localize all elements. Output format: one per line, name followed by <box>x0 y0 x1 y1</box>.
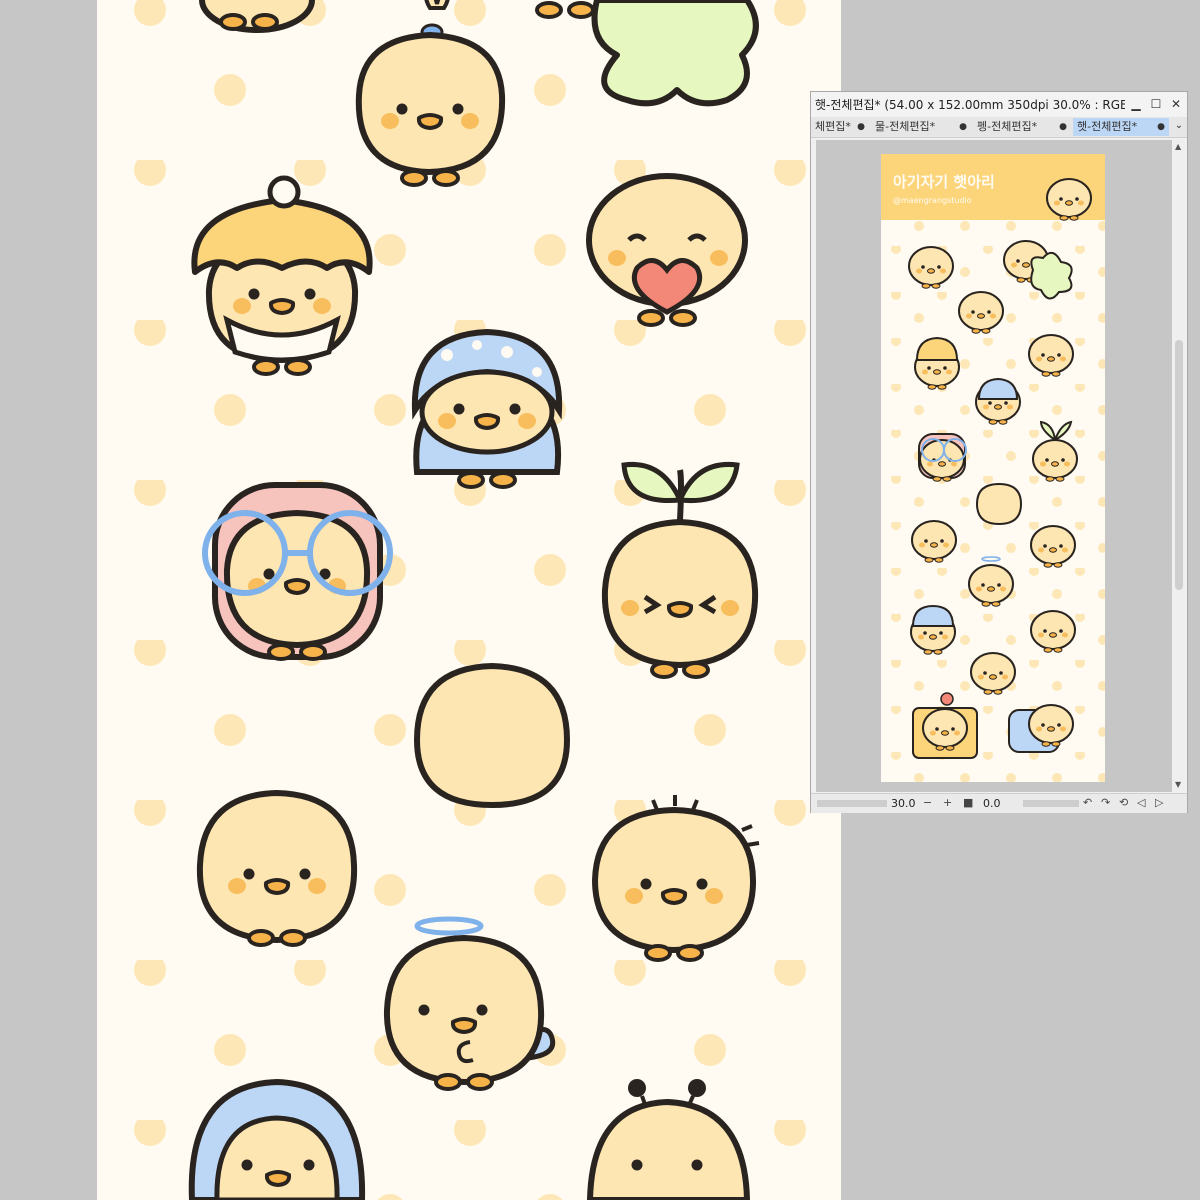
chick-sticker-glasses <box>202 482 393 661</box>
scroll-down-icon[interactable]: ▼ <box>1175 780 1181 789</box>
chick-sticker-blue-hood <box>411 328 563 489</box>
vertical-scrollbar[interactable]: ▲ ▼ <box>1173 140 1185 792</box>
rotation-value[interactable]: 0.0 <box>983 797 1001 810</box>
fit-icon[interactable]: ■ <box>963 796 973 809</box>
rotation-slider-track[interactable] <box>1023 800 1079 807</box>
navigator-status-bar: 30.0 − + ■ 0.0 ↶ ↷ ⟲ ◁ ▷ <box>811 793 1187 813</box>
flip-horizontal-icon[interactable]: ◁ <box>1137 796 1145 809</box>
flip-vertical-icon[interactable]: ▷ <box>1155 796 1163 809</box>
preview-canvas-area[interactable]: 아기자기 햇아리 @maengrangstudio <box>816 140 1172 792</box>
tab-modified-indicator: ● <box>1059 122 1067 132</box>
tab-document-2[interactable]: 물-전체편집* ● <box>871 118 971 136</box>
canvas-sub-window[interactable]: 햇-전체편집* (54.00 x 152.00mm 350dpi 30.0% :… <box>810 91 1188 813</box>
clover-sticker <box>591 0 759 107</box>
zoom-out-icon[interactable]: − <box>923 796 932 809</box>
preview-header-title: 아기자기 햇아리 <box>893 173 995 191</box>
scroll-up-icon[interactable]: ▲ <box>1175 142 1181 151</box>
chick-sticker-plain <box>196 789 358 947</box>
minimize-icon[interactable]: ▁ <box>1127 94 1145 114</box>
document-tab-bar: 체편집* ● 물-전체편집* ● 펭-전체편집* ● 햇-전체편집* ● ⌄ <box>811 117 1187 138</box>
scrollbar-thumb[interactable] <box>1175 340 1183 590</box>
tab-modified-indicator: ● <box>857 122 865 132</box>
main-canvas[interactable] <box>97 0 841 1200</box>
sticker-artwork <box>97 0 841 1200</box>
zoom-value[interactable]: 30.0 <box>891 797 916 810</box>
preview-header-subtitle: @maengrangstudio <box>893 196 972 205</box>
tab-label: 체편집* <box>815 120 851 133</box>
preview-artwork: 아기자기 햇아리 @maengrangstudio <box>881 154 1105 782</box>
tab-document-1[interactable]: 체편집* ● <box>811 118 869 136</box>
tab-document-3[interactable]: 펭-전체편집* ● <box>973 118 1071 136</box>
maximize-icon[interactable]: ☐ <box>1147 94 1165 114</box>
preview-document: 아기자기 햇아리 @maengrangstudio <box>881 154 1105 782</box>
tab-document-active[interactable]: 햇-전체편집* ● <box>1073 118 1169 136</box>
tab-modified-indicator: ● <box>959 122 967 132</box>
zoom-in-icon[interactable]: + <box>943 796 952 809</box>
rotate-right-icon[interactable]: ↷ <box>1101 796 1110 809</box>
tab-label: 펭-전체편집* <box>977 120 1038 133</box>
window-title-bar[interactable]: 햇-전체편집* (54.00 x 152.00mm 350dpi 30.0% :… <box>811 92 1187 117</box>
rotate-left-icon[interactable]: ↶ <box>1083 796 1092 809</box>
zoom-slider-track[interactable] <box>817 800 887 807</box>
chick-sticker-blank <box>413 662 571 809</box>
reset-rotation-icon[interactable]: ⟲ <box>1119 796 1128 809</box>
close-icon[interactable]: ✕ <box>1167 94 1185 114</box>
tab-label: 물-전체편집* <box>875 120 936 133</box>
chevron-down-icon[interactable]: ⌄ <box>1171 117 1187 135</box>
tab-label: 햇-전체편집* <box>1077 120 1138 133</box>
tab-modified-indicator: ● <box>1157 122 1165 132</box>
window-title: 햇-전체편집* (54.00 x 152.00mm 350dpi 30.0% :… <box>815 98 1125 112</box>
